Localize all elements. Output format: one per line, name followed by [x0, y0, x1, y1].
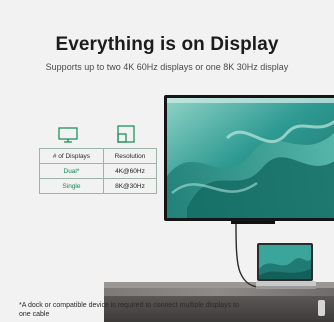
laptop	[256, 243, 316, 289]
footnote: *A dock or compatible device is required…	[19, 302, 239, 318]
product-display-banner: Everything is on Display Supports up to …	[0, 0, 334, 322]
tv-display	[164, 95, 334, 221]
tv-stand	[231, 221, 275, 224]
wallpaper-screen	[167, 98, 334, 218]
menu-bar	[167, 98, 334, 103]
